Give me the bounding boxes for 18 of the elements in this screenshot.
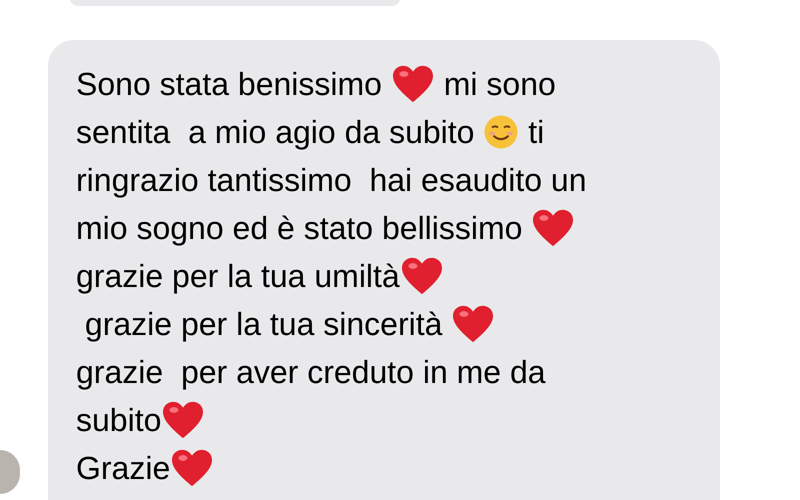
heart-icon bbox=[451, 304, 496, 344]
message-text: Sono stata benissimo bbox=[76, 65, 383, 104]
message-text: ti bbox=[527, 113, 544, 152]
message-text: grazie per la tua sincerità bbox=[84, 305, 444, 344]
message-text: sentita a mio agio da subito bbox=[76, 113, 476, 152]
message-text: grazie per aver creduto in me da bbox=[76, 353, 546, 392]
heart-icon bbox=[531, 208, 576, 248]
heart-icon bbox=[390, 64, 435, 104]
message-text: ringrazio tantissimo hai esaudito un bbox=[76, 161, 586, 200]
heart-icon bbox=[400, 256, 444, 296]
message-text: mi sono bbox=[442, 65, 556, 104]
message-text: subito bbox=[76, 401, 162, 440]
smiling-face-icon bbox=[483, 114, 520, 150]
heart-icon bbox=[161, 400, 206, 440]
message-text: mio sogno ed è stato bellissimo bbox=[76, 209, 524, 248]
message-text: Grazie bbox=[76, 449, 170, 488]
heart-icon bbox=[170, 448, 214, 488]
message-text: grazie per la tua umiltà bbox=[76, 257, 400, 296]
